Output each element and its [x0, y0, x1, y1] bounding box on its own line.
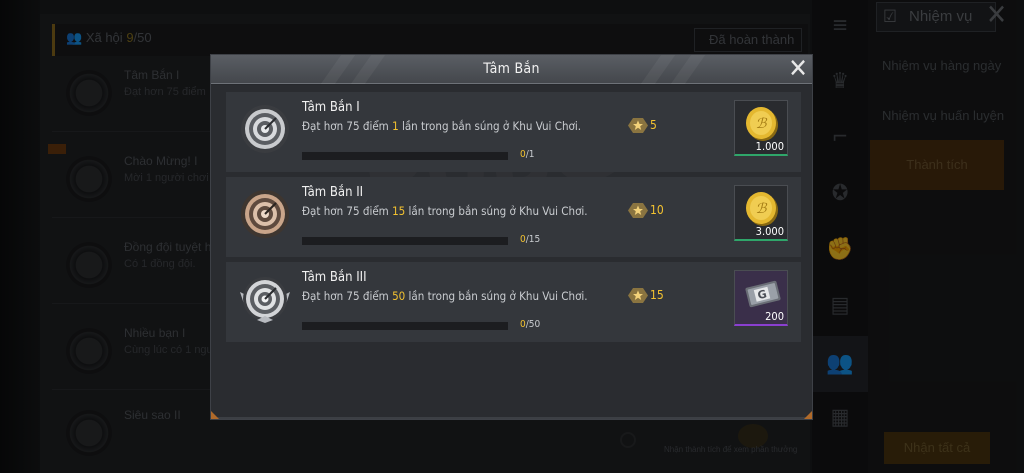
modal-title: Tâm Bắn	[483, 61, 540, 77]
reward-quantity: 200	[765, 310, 784, 323]
points-value: 5	[650, 118, 657, 132]
target-badge-icon	[240, 189, 290, 239]
desc-target-number: 50	[392, 289, 406, 303]
desc-pre: Đạt hơn 75 điểm	[302, 204, 393, 218]
svg-text:ℬ: ℬ	[755, 116, 767, 132]
desc-target-number: 15	[392, 204, 406, 218]
target-badge-icon	[240, 104, 290, 154]
corner-accent	[211, 411, 219, 419]
reward-quantity: 3.000	[755, 225, 784, 238]
ticket-g-icon: G	[745, 280, 781, 308]
progress-text: 0/50	[520, 319, 540, 330]
desc-post: lần trong bắn súng ở Khu Vui Chơi.	[398, 119, 581, 133]
modal-bottom-border	[211, 417, 812, 419]
bp-coin-icon: ℬ	[746, 107, 778, 141]
points-value: 15	[650, 288, 664, 302]
task-description: Đạt hơn 75 điểm 15 lần trong bắn súng ở …	[302, 204, 588, 218]
progress-text: 0/1	[520, 149, 535, 160]
task-row: Tâm Bắn II Đạt hơn 75 điểm 15 lần trong …	[226, 177, 801, 257]
reward-item[interactable]: G 200	[734, 270, 788, 326]
progress-bar	[302, 322, 508, 330]
target-wing-badge-icon	[240, 274, 290, 324]
task-title: Tâm Bắn I	[302, 100, 360, 115]
task-title: Tâm Bắn III	[302, 270, 367, 285]
svg-text:ℬ: ℬ	[755, 201, 767, 217]
modal-header: Tâm Bắn ✕	[211, 55, 812, 84]
corner-accent	[804, 411, 812, 419]
points-value: 10	[650, 203, 664, 217]
progress-bar	[302, 152, 508, 160]
achievement-points-icon	[628, 118, 648, 133]
achievement-detail-modal: Tâm Bắn ✕ PUBG Tâm Bắn I Đạt hơn 75 điểm…	[210, 54, 813, 420]
reward-item[interactable]: ℬ 1.000	[734, 100, 788, 156]
achievement-points-icon	[628, 203, 648, 218]
desc-pre: Đạt hơn 75 điểm	[302, 289, 393, 303]
achievement-points-icon	[628, 288, 648, 303]
bp-coin-icon: ℬ	[746, 192, 778, 226]
desc-post: lần trong bắn súng ở Khu Vui Chơi.	[405, 289, 588, 303]
close-icon[interactable]: ✕	[784, 56, 812, 83]
reward-quantity: 1.000	[755, 140, 784, 153]
task-description: Đạt hơn 75 điểm 1 lần trong bắn súng ở K…	[302, 119, 581, 133]
progress-bar	[302, 237, 508, 245]
desc-post: lần trong bắn súng ở Khu Vui Chơi.	[405, 204, 588, 218]
task-row: Tâm Bắn I Đạt hơn 75 điểm 1 lần trong bắ…	[226, 92, 801, 172]
modal-body: PUBG Tâm Bắn I Đạt hơn 75 điểm 1 lần tro…	[211, 85, 812, 419]
progress-total: /15	[525, 234, 541, 245]
progress-text: 0/15	[520, 234, 540, 245]
desc-target-number: 1	[392, 119, 399, 133]
reward-item[interactable]: ℬ 3.000	[734, 185, 788, 241]
task-description: Đạt hơn 75 điểm 50 lần trong bắn súng ở …	[302, 289, 588, 303]
progress-total: /1	[525, 149, 535, 160]
desc-pre: Đạt hơn 75 điểm	[302, 119, 393, 133]
task-row: Tâm Bắn III Đạt hơn 75 điểm 50 lần trong…	[226, 262, 801, 342]
task-title: Tâm Bắn II	[302, 185, 364, 200]
progress-total: /50	[525, 319, 541, 330]
